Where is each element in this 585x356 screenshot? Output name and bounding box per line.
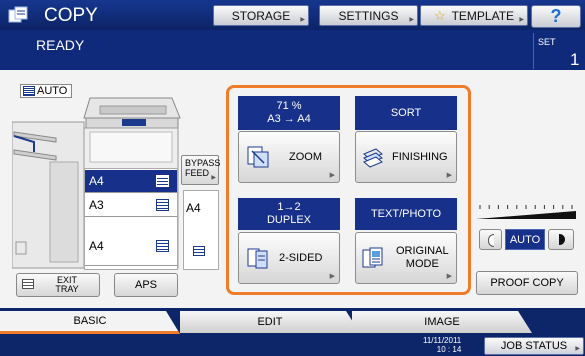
zoom-ratio: 71 % xyxy=(276,100,302,112)
settings-button[interactable]: SETTINGS ▶ xyxy=(319,5,418,26)
paper-tray-3[interactable]: A4 xyxy=(85,226,177,266)
density-auto-label: AUTO xyxy=(509,233,541,246)
page-title: COPY xyxy=(44,5,98,26)
zoom-label: ZOOM xyxy=(289,151,322,163)
status-text: READY xyxy=(36,37,85,53)
tab-label: EDIT xyxy=(257,316,283,328)
tray-size: A4 xyxy=(89,238,104,253)
set-label: SET xyxy=(538,37,556,47)
density-auto-button[interactable]: AUTO xyxy=(505,229,545,250)
settings-label: SETTINGS xyxy=(338,8,399,23)
template-button[interactable]: ☆ TEMPLATE ▶ xyxy=(420,5,528,26)
exit-tray-label: EXIT TRAY xyxy=(55,275,79,294)
arrow-icon: ▶ xyxy=(329,273,335,280)
zoom-status: 71 % A3 → A4 xyxy=(238,96,340,130)
arrow-icon: ▶ xyxy=(446,172,452,179)
date-text: 11/11/2011 xyxy=(423,336,462,345)
original-mode-line2: MODE xyxy=(405,258,439,270)
tab-label: BASIC xyxy=(73,315,107,327)
original-mode-label: ORIGINAL MODE xyxy=(396,245,449,271)
zoom-button[interactable]: ZOOM ▶ xyxy=(238,131,340,183)
proof-copy-label: PROOF COPY xyxy=(490,277,564,289)
exit-tray-icon xyxy=(22,279,34,289)
paper-tray-1[interactable]: A4 xyxy=(85,170,177,193)
storage-label: STORAGE xyxy=(231,8,291,23)
arrow-icon: ▶ xyxy=(409,17,414,23)
arrow-icon: ▶ xyxy=(519,17,524,23)
date-time: 11/11/2011 10 : 14 xyxy=(423,336,461,354)
template-label: TEMPLATE xyxy=(451,8,515,23)
time-text: 10 : 14 xyxy=(436,345,462,354)
zoom-icon xyxy=(247,146,269,168)
original-mode-status: TEXT/PHOTO xyxy=(355,198,457,230)
arrow-icon: ▶ xyxy=(329,172,335,179)
divider xyxy=(533,33,534,69)
aps-label: APS xyxy=(134,279,157,291)
density-lighter-button[interactable] xyxy=(479,229,502,250)
original-mode-line1: ORIGINAL xyxy=(396,245,449,257)
finishing-icon xyxy=(363,148,383,168)
set-count: 1 xyxy=(570,50,580,69)
sort-value: SORT xyxy=(390,106,422,119)
paper-stack-icon xyxy=(193,246,205,256)
tab-basic[interactable]: BASIC xyxy=(0,311,180,334)
proof-copy-button[interactable]: PROOF COPY xyxy=(476,271,578,295)
help-label: ? xyxy=(550,6,562,26)
arrow-icon: ▶ xyxy=(300,17,305,23)
storage-button[interactable]: STORAGE ▶ xyxy=(213,5,309,26)
arrow-icon: ▶ xyxy=(575,346,580,352)
star-icon: ☆ xyxy=(433,7,446,23)
duplex-icon xyxy=(247,248,268,269)
density-darker-button[interactable] xyxy=(548,229,574,250)
bypass-size: A4 xyxy=(186,201,201,215)
job-status-button[interactable]: JOB STATUS ▶ xyxy=(484,337,584,355)
two-sided-label: 2-SIDED xyxy=(279,252,323,264)
density-scale xyxy=(476,205,576,219)
duplex-label: DUPLEX xyxy=(266,214,312,226)
paper-stack-icon xyxy=(156,175,169,187)
copy-icon xyxy=(8,6,30,24)
sort-status: SORT xyxy=(355,96,457,130)
tab-edit[interactable]: EDIT xyxy=(180,311,360,333)
original-mode-value: TEXT/PHOTO xyxy=(370,207,442,220)
two-sided-button[interactable]: 2-SIDED ▶ xyxy=(238,232,340,284)
darker-icon xyxy=(559,234,565,245)
help-button[interactable]: ? xyxy=(531,5,581,28)
job-status-label: JOB STATUS xyxy=(500,340,568,352)
zoom-sizes: A3 → A4 xyxy=(267,113,311,125)
finishing-button[interactable]: FINISHING ▶ xyxy=(355,131,457,183)
arrow-icon: ▶ xyxy=(446,273,452,280)
duplex-mode: 1→2 xyxy=(277,201,301,213)
tab-image[interactable]: IMAGE xyxy=(352,311,532,333)
paper-stack-icon xyxy=(156,240,169,252)
tray-size: A3 xyxy=(89,198,104,212)
aps-button[interactable]: APS xyxy=(114,273,178,297)
paper-tray-2[interactable]: A3 xyxy=(85,194,177,217)
bypass-feed-button[interactable]: BYPASS FEED ▶ xyxy=(181,155,220,185)
paper-stack-icon xyxy=(156,199,169,211)
tab-label: IMAGE xyxy=(424,316,460,328)
original-mode-button[interactable]: ORIGINAL MODE ▶ xyxy=(355,232,457,284)
finishing-label: FINISHING xyxy=(392,151,448,163)
arrow-icon: ▶ xyxy=(211,175,216,181)
duplex-status: 1→2 DUPLEX xyxy=(238,198,340,230)
tray-size: A4 xyxy=(89,174,104,188)
lighter-icon xyxy=(488,234,494,247)
original-mode-icon xyxy=(362,247,383,268)
